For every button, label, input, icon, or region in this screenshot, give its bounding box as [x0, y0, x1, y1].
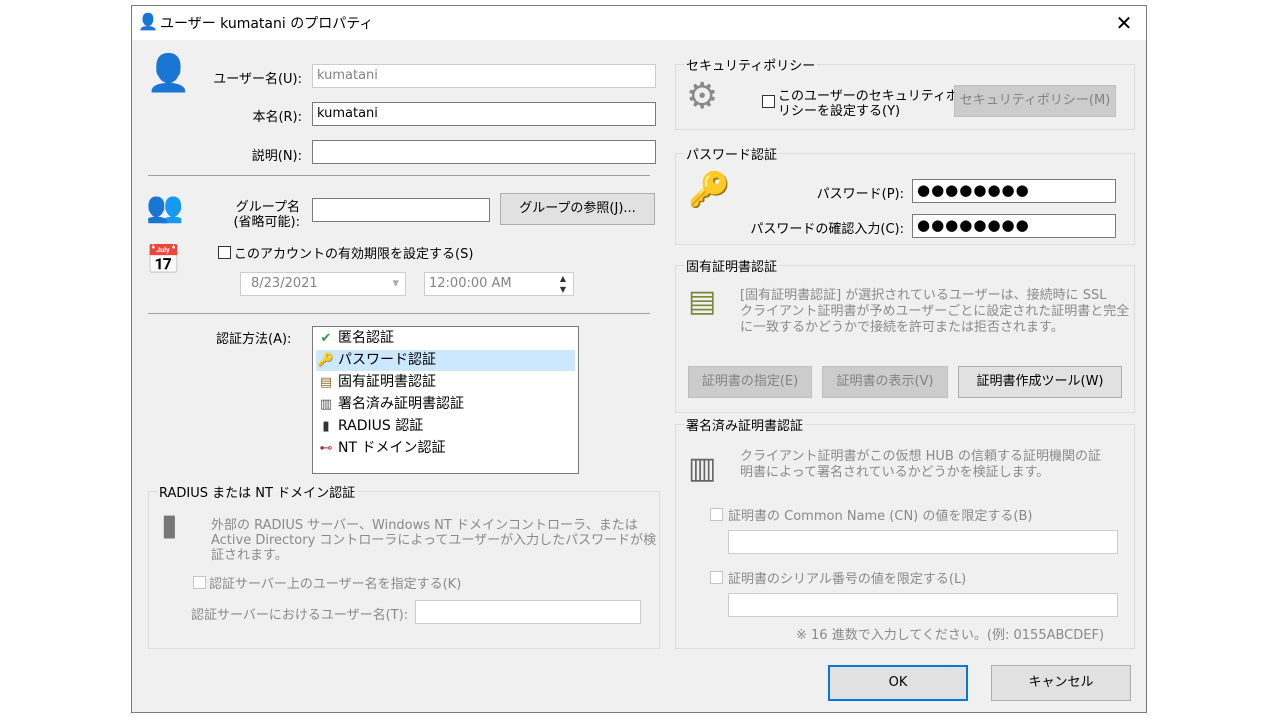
time-spinner-icon[interactable]: ▲ ▼	[555, 273, 571, 295]
signed-cn-label[interactable]: 証明書の Common Name (CN) の値を限定する(B)	[728, 505, 1032, 524]
password-input[interactable]: ●●●●●●●●	[912, 179, 1116, 203]
expiry-checkbox[interactable]	[218, 246, 231, 259]
expiry-checkbox-label[interactable]: このアカウントの有効期限を設定する(S)	[234, 243, 473, 262]
signed-certificate-large-icon: ▥	[688, 451, 717, 486]
expiry-date-picker[interactable]: 8/23/2021 ▾	[240, 272, 406, 296]
window-title: ユーザー kumatani のプロパティ	[160, 16, 374, 32]
signed-certificate-icon: ▥	[319, 397, 333, 412]
description-label: 説明(N):	[251, 149, 302, 164]
cert-desc-line3: に一致するかどうかで接続を許可または拒否されます。	[740, 320, 1064, 335]
server-large-icon: ▮	[161, 508, 178, 543]
auth-method-label: 認証方法(A):	[216, 332, 292, 347]
separator-1	[148, 175, 650, 176]
cert-specify-button[interactable]: 証明書の指定(E)	[688, 366, 812, 398]
security-policy-button[interactable]: セキュリティポリシー(M)	[954, 85, 1116, 117]
server-icon: ▮	[322, 419, 330, 434]
security-policy-group: セキュリティポリシー ⚙ このユーザーのセキュリティポ リシーを設定する(Y) …	[675, 55, 1135, 130]
password-label: パスワード(P):	[816, 187, 904, 202]
username-label: ユーザー名(U):	[213, 72, 302, 87]
close-button[interactable]: ✕	[1110, 10, 1138, 36]
signed-serial-checkbox[interactable]	[710, 571, 723, 584]
cert-tool-button[interactable]: 証明書作成ツール(W)	[958, 366, 1122, 398]
cancel-button[interactable]: キャンセル	[991, 665, 1131, 701]
signed-cert-group: 署名済み証明書認証 ▥ クライアント証明書がこの仮想 HUB の信頼する証明機関…	[675, 415, 1135, 649]
radius-desc-line3: 証されます。	[211, 548, 288, 563]
expiry-time-value: 12:00:00 AM	[429, 276, 512, 291]
auth-method-signed-cert[interactable]: ▥ 署名済み証明書認証	[316, 394, 575, 415]
auth-method-anonymous[interactable]: ✔ 匿名認証	[316, 328, 575, 349]
separator-2	[148, 313, 650, 314]
signed-cn-input[interactable]	[728, 530, 1118, 554]
signed-serial-label[interactable]: 証明書のシリアル番号の値を限定する(L)	[728, 568, 966, 587]
security-policy-title: セキュリティポリシー	[684, 55, 818, 74]
user-icon: 👤	[138, 12, 158, 31]
radius-specify-checkbox[interactable]	[193, 576, 206, 589]
ok-button[interactable]: OK	[828, 665, 968, 701]
security-policy-checkbox-line2[interactable]: リシーを設定する(Y)	[778, 100, 900, 119]
auth-method-cert[interactable]: ▤ 固有証明書認証	[316, 372, 575, 393]
description-input[interactable]	[312, 140, 656, 164]
password-confirm-label: パスワードの確認入力(C):	[750, 222, 904, 237]
auth-method-list[interactable]: ✔ 匿名認証 🔑 パスワード認証 ▤ 固有証明書認証 ▥ 署名済み証明書認証 ▮ RADI…	[312, 326, 579, 474]
signed-desc-line2: 明書によって署名されているかどうかを検証します。	[740, 465, 1050, 480]
auth-method-radius[interactable]: ▮ RADIUS 認証	[316, 416, 575, 437]
gear-icon: ⚙	[686, 76, 719, 117]
username-input[interactable]: kumatani	[312, 64, 656, 88]
cert-group-title: 固有証明書認証	[684, 256, 780, 275]
cert-view-button[interactable]: 証明書の表示(V)	[822, 366, 948, 398]
user-avatar-icon: 👤	[146, 53, 191, 94]
certificate-large-icon: ▤	[688, 284, 717, 319]
certificate-icon: ▤	[319, 375, 333, 390]
group-input[interactable]	[312, 198, 490, 222]
radius-specify-label[interactable]: 認証サーバー上のユーザー名を指定する(K)	[209, 573, 461, 592]
radius-server-user-label: 認証サーバーにおけるユーザー名(T):	[191, 608, 409, 623]
signed-hint: ※ 16 進数で入力してください。(例: 0155ABCDEF)	[796, 628, 1105, 643]
radius-server-user-input[interactable]	[415, 600, 641, 624]
auth-method-password[interactable]: 🔑 パスワード認証	[316, 350, 575, 371]
realname-input[interactable]: kumatani	[312, 102, 656, 126]
check-circle-icon: ✔	[320, 331, 332, 346]
signed-serial-input[interactable]	[728, 593, 1118, 617]
security-policy-checkbox[interactable]	[762, 95, 775, 108]
title-bar[interactable]: 👤 ユーザー kumatani のプロパティ ✕	[132, 6, 1146, 40]
expiry-date-value: 8/23/2021	[251, 276, 318, 291]
signed-cert-group-title: 署名済み証明書認証	[684, 415, 806, 434]
group-browse-button[interactable]: グループの参照(J)...	[500, 193, 655, 225]
network-icon: ⊷	[319, 441, 333, 456]
keys-large-icon: 🔑	[688, 170, 731, 210]
realname-label: 本名(R):	[252, 110, 302, 125]
radius-group-title: RADIUS または NT ドメイン認証	[157, 482, 358, 501]
group-icon: 👥	[146, 190, 184, 225]
group-label-line2: (省略可能):	[233, 215, 300, 230]
signed-cn-checkbox[interactable]	[710, 508, 723, 521]
expiry-time-picker[interactable]: 12:00:00 AM ▲ ▼	[424, 272, 574, 296]
password-group: パスワード認証 🔑 パスワード(P): ●●●●●●●● パスワードの確認入力(…	[675, 144, 1135, 245]
auth-method-nt-domain[interactable]: ⊷ NT ドメイン認証	[316, 438, 575, 459]
calendar-dropdown-icon[interactable]: ▾	[392, 276, 399, 291]
password-confirm-input[interactable]: ●●●●●●●●	[912, 214, 1116, 238]
radius-group: RADIUS または NT ドメイン認証 ▮ 外部の RADIUS サーバー、W…	[148, 482, 660, 649]
cert-group: 固有証明書認証 ▤ [固有証明書認証] が選択されているユーザーは、接続時に S…	[675, 256, 1135, 413]
password-group-title: パスワード認証	[684, 144, 780, 163]
calendar-icon: 📅	[146, 243, 181, 276]
keys-icon: 🔑	[317, 353, 335, 368]
user-properties-dialog: 👤 ユーザー kumatani のプロパティ ✕ 👤 ユーザー名(U): kum…	[131, 5, 1147, 713]
